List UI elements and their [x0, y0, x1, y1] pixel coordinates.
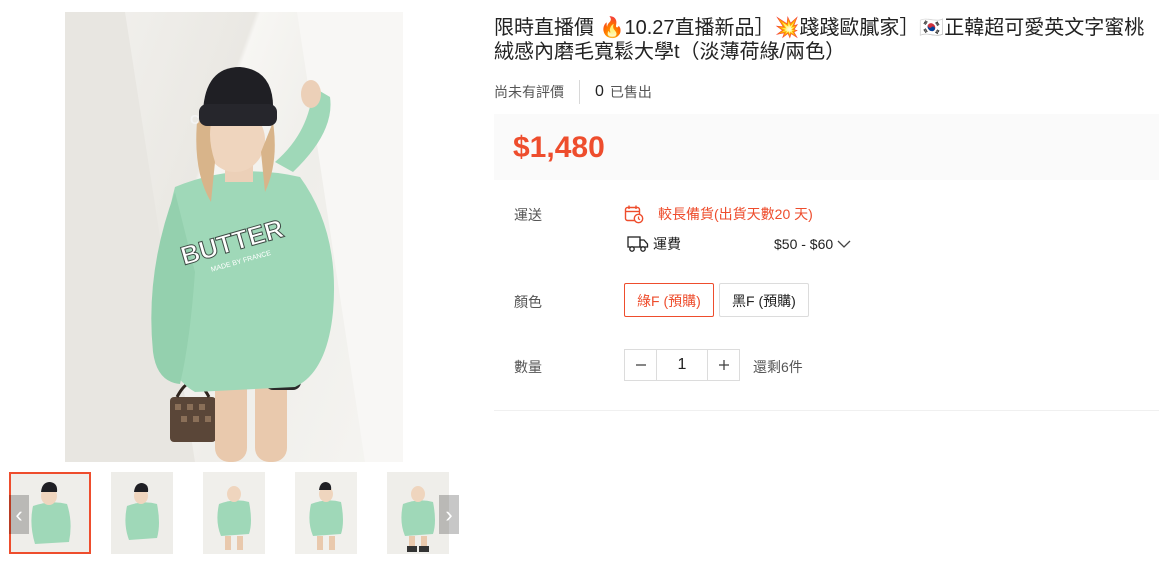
- price-section: $1,480: [494, 114, 1159, 180]
- quantity-input[interactable]: 1: [656, 350, 708, 380]
- thumbnail-strip: ‹ ›: [9, 472, 461, 554]
- model-illustration: C BUTTER MADE BY FRANCE: [65, 12, 403, 462]
- shipping-fee-label: 運費: [653, 236, 681, 252]
- shipping-fee-range[interactable]: $50 - $60: [774, 236, 833, 252]
- product-title: 限時直播價 🔥10.27直播新品］💥踐踐歐膩家］🇰🇷正韓超可愛英文字蜜桃絨感內磨…: [494, 17, 1145, 63]
- truck-icon: [627, 236, 649, 252]
- hat-logo: C: [190, 112, 200, 127]
- chevron-down-icon[interactable]: [837, 239, 851, 249]
- product-meta: 尚未有評價 0 已售出: [494, 80, 652, 104]
- thumbnail-4[interactable]: [295, 472, 357, 554]
- quantity-decrease-button[interactable]: [625, 350, 656, 380]
- calendar-clock-icon: [624, 205, 644, 224]
- sold-count: 0: [595, 83, 604, 100]
- product-price: $1,480: [513, 131, 605, 164]
- thumbnail-next-button[interactable]: ›: [439, 495, 459, 534]
- preorder-text: 較長備貨(出貨天數20 天): [658, 206, 813, 222]
- thumbnail-3-image: [203, 472, 265, 554]
- quantity-label: 數量: [514, 359, 542, 375]
- thumbnail-prev-button[interactable]: ‹: [9, 495, 29, 534]
- shipping-label: 運送: [514, 207, 542, 223]
- main-product-image[interactable]: C BUTTER MADE BY FRANCE: [65, 12, 403, 462]
- thumbnail-2-image: [111, 472, 173, 554]
- shipping-fee-row: 運費 $50 - $60: [627, 234, 851, 254]
- thumbnail-4-image: [295, 472, 357, 554]
- quantity-increase-button[interactable]: [708, 350, 739, 380]
- preorder-notice: 較長備貨(出貨天數20 天): [624, 204, 813, 224]
- quantity-stepper: 1: [624, 349, 740, 381]
- color-option-black[interactable]: 黑F (預購): [719, 283, 809, 317]
- plus-icon: [718, 360, 729, 370]
- chevron-left-icon: ‹: [15, 502, 23, 527]
- rating-text: 尚未有評價: [494, 84, 564, 100]
- color-label: 顏色: [514, 294, 542, 310]
- stock-remaining: 還剩6件: [753, 359, 803, 375]
- chevron-right-icon: ›: [445, 502, 453, 527]
- minus-icon: [635, 364, 646, 366]
- color-option-green[interactable]: 綠F (預購): [624, 283, 714, 317]
- sold-label: 已售出: [609, 84, 652, 100]
- thumbnail-3[interactable]: [203, 472, 265, 554]
- section-divider: [494, 410, 1159, 411]
- thumbnail-2[interactable]: [111, 472, 173, 554]
- meta-divider: [579, 80, 580, 104]
